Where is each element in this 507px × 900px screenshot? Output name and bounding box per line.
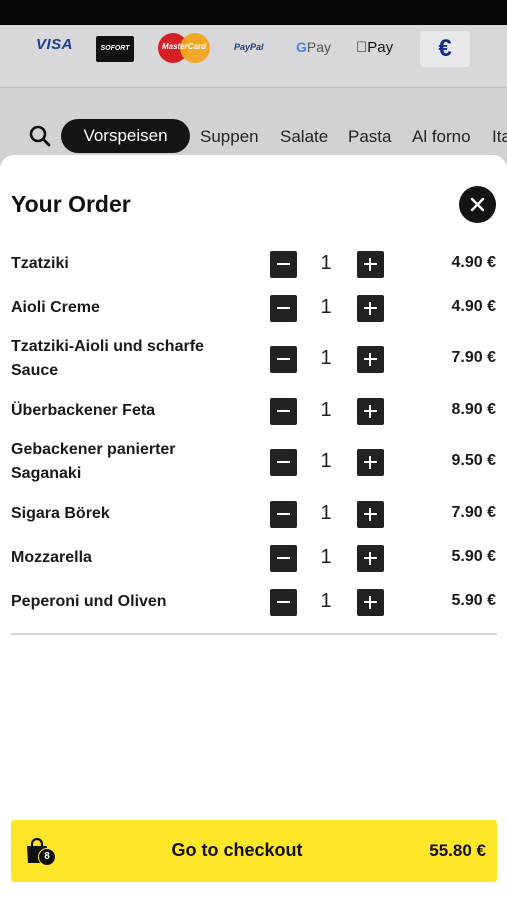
increase-quantity-button[interactable] xyxy=(357,501,384,528)
item-name: Überbackener Feta xyxy=(11,402,156,419)
item-quantity: 1 xyxy=(320,296,332,318)
increase-quantity-button[interactable] xyxy=(357,545,384,572)
item-quantity: 1 xyxy=(320,546,332,568)
item-price: 8.90 € xyxy=(451,401,496,418)
increase-quantity-button[interactable] xyxy=(357,251,384,278)
item-name: Aioli Creme xyxy=(11,299,100,316)
google-pay-text: Pay xyxy=(306,39,332,55)
category-tab[interactable]: Al forno xyxy=(412,127,471,147)
item-quantity: 1 xyxy=(320,347,332,369)
item-name: Peperoni und Oliven xyxy=(11,593,167,610)
divider xyxy=(11,633,497,635)
minus-icon xyxy=(277,307,290,309)
decrease-quantity-button[interactable] xyxy=(270,398,297,425)
category-tab[interactable]: Pasta xyxy=(348,127,391,147)
item-name: Tzatziki xyxy=(11,255,69,272)
item-quantity: 1 xyxy=(320,502,332,524)
item-price: 7.90 € xyxy=(451,504,496,521)
close-icon xyxy=(470,197,485,212)
item-name: Mozzarella xyxy=(11,549,92,566)
mastercard-logo: MasterCard xyxy=(158,33,210,63)
item-quantity: 1 xyxy=(320,450,332,472)
checkout-total: 55.80 € xyxy=(429,841,486,860)
decrease-quantity-button[interactable] xyxy=(270,545,297,572)
item-price: 4.90 € xyxy=(451,254,496,271)
visa-logo: VISA xyxy=(36,36,74,53)
minus-icon xyxy=(277,410,290,412)
order-sheet: Your Order Tzatziki 1 4.90 € Aioli Creme… xyxy=(0,155,507,900)
item-name: Tzatziki-Aioli und scharfe Sauce xyxy=(11,338,204,379)
decrease-quantity-button[interactable] xyxy=(270,501,297,528)
checkout-button[interactable]: 8 Go to checkout 55.80 € xyxy=(11,820,497,882)
increase-quantity-button[interactable] xyxy=(357,589,384,616)
decrease-quantity-button[interactable] xyxy=(270,295,297,322)
decrease-quantity-button[interactable] xyxy=(270,251,297,278)
minus-icon xyxy=(277,358,290,360)
increase-quantity-button[interactable] xyxy=(357,295,384,322)
category-tab[interactable]: Suppen xyxy=(200,127,259,147)
apple-icon:  xyxy=(356,39,367,56)
minus-icon xyxy=(277,263,290,265)
category-tab-active[interactable]: Vorspeisen xyxy=(61,119,190,153)
apple-pay-text: Pay xyxy=(356,39,393,56)
paypal-logo: PayPal xyxy=(234,42,264,52)
increase-quantity-button[interactable] xyxy=(357,346,384,373)
item-quantity: 1 xyxy=(320,590,332,612)
item-price: 9.50 € xyxy=(451,452,496,469)
checkout-label: Go to checkout xyxy=(171,840,303,860)
minus-icon xyxy=(277,557,290,559)
category-tab[interactable]: Ita xyxy=(492,127,507,147)
item-price: 5.90 € xyxy=(451,548,496,565)
item-name: Gebackener panierter Saganaki xyxy=(11,441,176,482)
increase-quantity-button[interactable] xyxy=(357,449,384,476)
mastercard-logo-text: MasterCard xyxy=(161,42,206,51)
decrease-quantity-button[interactable] xyxy=(270,589,297,616)
increase-quantity-button[interactable] xyxy=(357,398,384,425)
order-title: Your Order xyxy=(11,191,131,217)
apple-pay-logo: Pay xyxy=(356,39,393,56)
category-tab[interactable]: Salate xyxy=(280,127,328,147)
item-quantity: 1 xyxy=(320,399,332,421)
sofort-logo: SOFORT xyxy=(96,36,134,62)
search-icon[interactable] xyxy=(28,124,52,148)
item-name: Sigara Börek xyxy=(11,505,110,522)
currency-euro-button[interactable]: € xyxy=(420,31,470,67)
google-pay-g: G xyxy=(296,39,307,55)
status-bar xyxy=(0,0,507,25)
minus-icon xyxy=(277,461,290,463)
minus-icon xyxy=(277,513,290,515)
minus-icon xyxy=(277,601,290,603)
google-pay-logo: GPay xyxy=(296,39,331,55)
item-price: 7.90 € xyxy=(451,349,496,366)
item-price: 4.90 € xyxy=(451,298,496,315)
decrease-quantity-button[interactable] xyxy=(270,449,297,476)
item-quantity: 1 xyxy=(320,252,332,274)
decrease-quantity-button[interactable] xyxy=(270,346,297,373)
close-button[interactable] xyxy=(459,186,496,223)
item-price: 5.90 € xyxy=(451,592,496,609)
